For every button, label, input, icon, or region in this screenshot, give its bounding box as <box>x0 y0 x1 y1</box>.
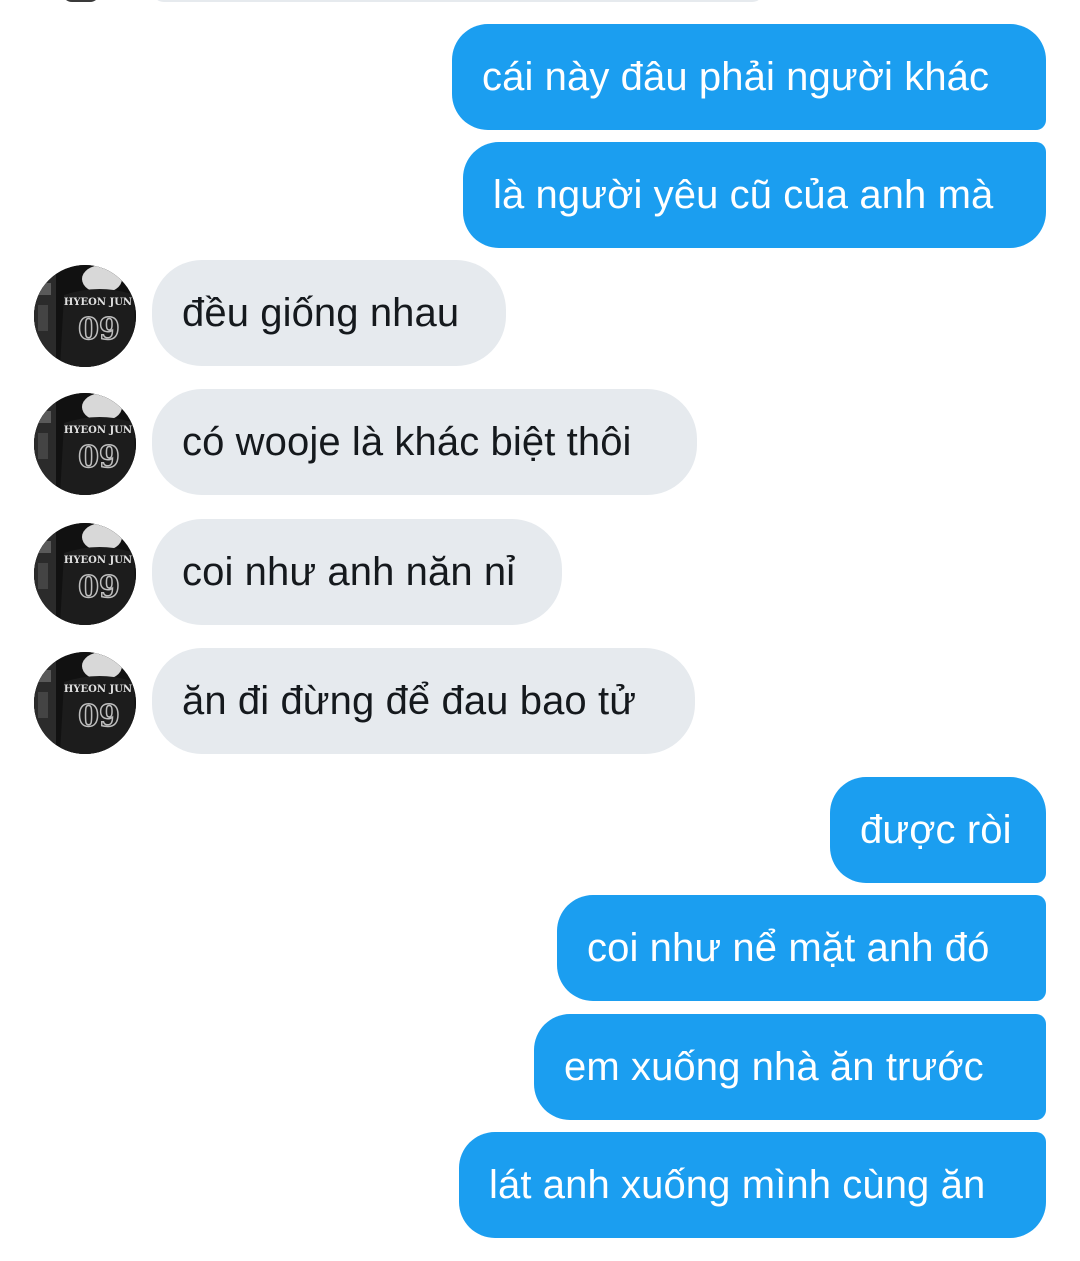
jersey-name-text: HYEON JUN <box>64 425 132 436</box>
contact-avatar[interactable]: HYEON JUN 09 <box>34 265 136 367</box>
message-text: đều giống nhau <box>182 290 460 335</box>
message-text: coi như nể mặt anh đó <box>587 925 990 970</box>
jersey-photo-icon: HYEON JUN 09 <box>34 393 136 495</box>
jersey-number-text: 09 <box>78 312 120 347</box>
message-text: lát anh xuống mình cùng ăn <box>489 1162 986 1207</box>
jersey-photo-icon: HYEON JUN 09 <box>34 265 136 367</box>
message-text: cái này đâu phải người khác <box>482 54 990 99</box>
previous-message-fragment <box>152 0 764 2</box>
message-bubble-incoming[interactable]: có wooje là khác biệt thôi <box>152 389 697 495</box>
message-text: em xuống nhà ăn trước <box>564 1044 984 1089</box>
message-text: là người yêu cũ của anh mà <box>493 172 994 217</box>
message-text: coi như anh năn nỉ <box>182 549 516 594</box>
message-text: có wooje là khác biệt thôi <box>182 419 632 464</box>
jersey-number-text: 09 <box>78 440 120 475</box>
message-bubble-incoming[interactable]: ăn đi đừng để đau bao tử <box>152 648 695 754</box>
jersey-name-text: HYEON JUN <box>64 555 132 566</box>
message-bubble-outgoing[interactable]: coi như nể mặt anh đó <box>557 895 1046 1001</box>
message-text: được ròi <box>860 807 1012 852</box>
message-bubble-outgoing[interactable]: cái này đâu phải người khác <box>452 24 1046 130</box>
contact-avatar[interactable]: HYEON JUN 09 <box>34 523 136 625</box>
jersey-name-text: HYEON JUN <box>64 684 132 695</box>
jersey-photo-icon: HYEON JUN 09 <box>34 652 136 754</box>
previous-avatar-fragment <box>62 0 100 2</box>
message-text: ăn đi đừng để đau bao tử <box>182 678 637 723</box>
jersey-number-text: 09 <box>78 570 120 605</box>
message-bubble-outgoing[interactable]: lát anh xuống mình cùng ăn <box>459 1132 1046 1238</box>
jersey-name-text: HYEON JUN <box>64 297 132 308</box>
contact-avatar[interactable]: HYEON JUN 09 <box>34 393 136 495</box>
message-bubble-outgoing[interactable]: em xuống nhà ăn trước <box>534 1014 1046 1120</box>
message-bubble-outgoing[interactable]: là người yêu cũ của anh mà <box>463 142 1046 248</box>
message-bubble-incoming[interactable]: đều giống nhau <box>152 260 506 366</box>
contact-avatar[interactable]: HYEON JUN 09 <box>34 652 136 754</box>
jersey-number-text: 09 <box>78 699 120 734</box>
message-bubble-outgoing[interactable]: được ròi <box>830 777 1046 883</box>
jersey-photo-icon: HYEON JUN 09 <box>34 523 136 625</box>
message-bubble-incoming[interactable]: coi như anh năn nỉ <box>152 519 562 625</box>
